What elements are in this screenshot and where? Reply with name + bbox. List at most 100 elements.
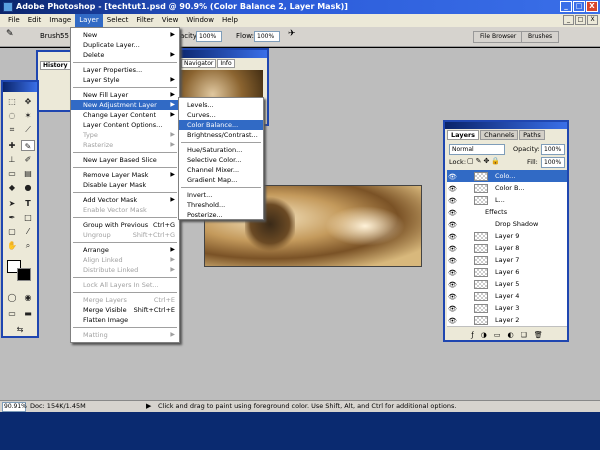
fill-input[interactable]: 100% [541, 157, 565, 168]
doc-close-button[interactable]: X [587, 15, 598, 25]
adjustment-menu-item[interactable]: Selective Color... [179, 155, 263, 165]
layer-menu-item[interactable]: New Adjustment Layer ▶ [71, 100, 179, 110]
paths-tab[interactable]: Paths [519, 130, 545, 140]
healing-brush-icon[interactable]: ✚ [5, 140, 19, 151]
layer-menu-item[interactable]: Flatten Image [71, 315, 179, 325]
brush-size[interactable]: 55 [60, 32, 69, 40]
minimize-button[interactable]: _ [560, 1, 572, 12]
menu-select[interactable]: Select [103, 14, 133, 27]
add-mask-icon[interactable]: ◑ [481, 330, 487, 340]
background-color-swatch[interactable] [17, 268, 31, 281]
adjustment-menu-item[interactable]: Curves... [179, 110, 263, 120]
brushes-tab[interactable]: Brushes [521, 31, 560, 43]
layer-menu-item[interactable]: Layer Properties... [71, 65, 179, 75]
history-brush-icon[interactable]: ✐ [21, 154, 35, 165]
magic-wand-icon[interactable]: ✶ [21, 110, 35, 121]
visibility-eye-icon[interactable]: 👁 [448, 281, 457, 289]
adjustment-menu-item[interactable]: Threshold... [179, 200, 263, 210]
visibility-eye-icon[interactable]: 👁 [448, 305, 457, 313]
layer-opacity-input[interactable]: 100% [541, 144, 565, 155]
opacity-input[interactable]: 100% [196, 31, 222, 42]
lock-icons[interactable]: ▢✎✥🔒 [467, 157, 502, 165]
visibility-eye-icon[interactable]: 👁 [448, 209, 457, 217]
menu-view[interactable]: View [158, 14, 183, 27]
menu-layer[interactable]: Layer [75, 14, 103, 27]
menu-image[interactable]: Image [45, 14, 75, 27]
visibility-eye-icon[interactable]: 👁 [448, 257, 457, 265]
file-browser-tab[interactable]: File Browser [473, 31, 524, 43]
visibility-eye-icon[interactable]: 👁 [448, 221, 457, 229]
visibility-eye-icon[interactable]: 👁 [448, 245, 457, 253]
layer-menu-item[interactable]: Disable Layer Mask [71, 180, 179, 190]
new-layer-icon[interactable]: ❏ [521, 330, 527, 340]
visibility-eye-icon[interactable]: 👁 [448, 233, 457, 241]
layer-menu-item[interactable]: Add Vector Mask ▶ [71, 195, 179, 205]
navigator-title-bar[interactable] [175, 50, 267, 58]
slice-tool-icon[interactable]: ⟋ [21, 124, 35, 135]
menu-filter[interactable]: Filter [132, 14, 157, 27]
trash-icon[interactable]: 🗑 [534, 330, 543, 340]
blend-mode-select[interactable]: Normal [449, 144, 505, 155]
adjustment-menu-item[interactable]: Channel Mixer... [179, 165, 263, 175]
layers-tab[interactable]: Layers [447, 130, 480, 140]
visibility-eye-icon[interactable]: 👁 [448, 269, 457, 277]
layer-menu-item[interactable]: Remove Layer Mask ▶ [71, 170, 179, 180]
layer-menu-item[interactable]: Duplicate Layer... [71, 40, 179, 50]
crop-tool-icon[interactable]: ⌗ [5, 124, 19, 135]
info-tab[interactable]: Info [217, 59, 235, 68]
adjustment-menu-item[interactable]: Invert... [179, 190, 263, 200]
eyedropper-icon[interactable]: ⁄ [21, 226, 35, 237]
layer-menu-item[interactable]: New Layer Based Slice [71, 155, 179, 165]
layer-style-icon[interactable]: ƒ [471, 330, 473, 340]
new-adjustment-icon[interactable]: ◐ [507, 330, 513, 340]
visibility-eye-icon[interactable]: 👁 [448, 293, 457, 301]
navigator-tab[interactable]: Navigator [181, 59, 217, 68]
layer-menu-item[interactable]: Layer Style ▶ [71, 75, 179, 85]
document-size[interactable]: Doc: 154K/1.45M [30, 401, 86, 412]
layer-menu-item[interactable]: Layer Content Options... [71, 120, 179, 130]
screen-mode-icon[interactable]: ▭ [5, 308, 19, 319]
standard-mode-icon[interactable]: ◯ [5, 292, 19, 303]
adjustment-menu-item[interactable]: Brightness/Contrast... [179, 130, 263, 140]
quick-mask-icon[interactable]: ◉ [21, 292, 35, 303]
visibility-eye-icon[interactable]: 👁 [448, 197, 457, 205]
adjustment-menu-item[interactable]: Color Balance... [179, 120, 263, 130]
layer-menu-item[interactable]: Group with Previous Ctrl+G [71, 220, 179, 230]
notes-tool-icon[interactable]: ▢ [5, 226, 19, 237]
gradient-tool-icon[interactable]: ▤ [21, 168, 35, 179]
dodge-tool-icon[interactable]: ● [21, 182, 35, 193]
close-button[interactable]: X [586, 1, 598, 12]
toolbox-title-bar[interactable] [3, 82, 37, 92]
eraser-tool-icon[interactable]: ▭ [5, 168, 19, 179]
lasso-tool-icon[interactable]: ◌ [5, 110, 19, 121]
history-tab[interactable]: History [40, 61, 71, 70]
layer-menu-item[interactable]: New ▶ [71, 30, 179, 40]
airbrush-icon[interactable]: ✈ [288, 29, 296, 39]
brush-tool-icon[interactable]: ✎ [6, 29, 14, 39]
new-set-icon[interactable]: ▭ [494, 330, 501, 340]
adjustment-menu-item[interactable]: Hue/Saturation... [179, 145, 263, 155]
move-tool-icon[interactable]: ✥ [21, 96, 35, 107]
layer-menu-item[interactable]: Delete ▶ [71, 50, 179, 60]
menu-file[interactable]: File [4, 14, 24, 27]
zoom-field[interactable]: 90.91% [2, 402, 27, 412]
status-arrow-icon[interactable]: ▶ [146, 401, 151, 412]
layer-menu-item[interactable]: Change Layer Content ▶ [71, 110, 179, 120]
layers-panel-title-bar[interactable] [445, 122, 567, 129]
flow-input[interactable]: 100% [254, 31, 280, 42]
brush-tool-icon[interactable]: ✎ [21, 140, 35, 151]
marquee-tool-icon[interactable]: ⬚ [5, 96, 19, 107]
path-selection-icon[interactable]: ➤ [5, 198, 19, 209]
pen-tool-icon[interactable]: ✒ [5, 212, 19, 223]
layer-menu-item[interactable]: Arrange ▶ [71, 245, 179, 255]
hand-tool-icon[interactable]: ✋ [5, 240, 19, 251]
maximize-button[interactable]: □ [573, 1, 585, 12]
jump-to-imageready-icon[interactable]: ⇆ [13, 324, 27, 335]
visibility-eye-icon[interactable]: 👁 [448, 317, 457, 325]
zoom-tool-icon[interactable]: ⌕ [21, 240, 35, 251]
blur-tool-icon[interactable]: ◆ [5, 182, 19, 193]
stamp-tool-icon[interactable]: ⊥ [5, 154, 19, 165]
menu-edit[interactable]: Edit [24, 14, 46, 27]
doc-restore-button[interactable]: □ [575, 15, 586, 25]
layer-menu-item[interactable]: Merge Visible Shift+Ctrl+E [71, 305, 179, 315]
